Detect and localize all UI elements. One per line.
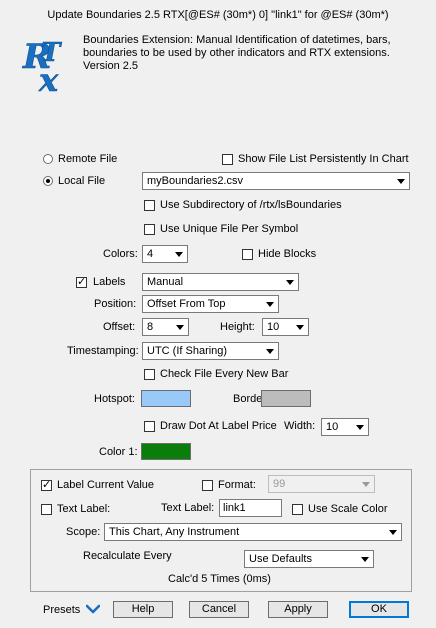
timestamping-label: Timestamping:	[67, 345, 139, 357]
colors-value: 4	[147, 248, 154, 260]
labels-mode-select[interactable]: Manual	[142, 273, 299, 291]
text-label-field-label: Text Label:	[161, 502, 215, 514]
calcd-status: Calc'd 5 Times (0ms)	[168, 573, 271, 585]
format-value: 99	[273, 478, 286, 490]
filename-select[interactable]: myBoundaries2.csv	[142, 172, 410, 190]
recalculate-select[interactable]: Use Defaults	[244, 550, 374, 568]
height-label: Height:	[220, 321, 255, 333]
hide-blocks-checkbox[interactable]	[242, 249, 253, 260]
text-label-input[interactable]: link1	[219, 499, 282, 517]
help-button[interactable]: Help	[113, 601, 173, 618]
format-select[interactable]: 99	[268, 475, 375, 493]
width-select[interactable]: 10	[321, 418, 369, 436]
show-file-list-checkbox[interactable]	[222, 154, 233, 165]
local-file-radio[interactable]	[43, 176, 53, 186]
format-checkbox[interactable]	[202, 480, 213, 491]
text-label-checkbox[interactable]	[41, 504, 52, 515]
description: Boundaries Extension: Manual Identificat…	[83, 34, 391, 72]
check-file-checkbox[interactable]	[144, 369, 155, 380]
cancel-button[interactable]: Cancel	[189, 601, 249, 618]
draw-dot-label: Draw Dot At Label Price	[160, 420, 277, 432]
offset-value: 8	[147, 321, 154, 333]
format-label: Format:	[218, 479, 256, 491]
scope-select[interactable]: This Chart, Any Instrument	[104, 523, 402, 541]
label-current-value-label: Label Current Value	[57, 479, 155, 491]
chevron-down-icon	[394, 174, 408, 188]
offset-select[interactable]: 8	[142, 318, 189, 336]
use-scale-color-label: Use Scale Color	[308, 503, 388, 515]
unique-file-label: Use Unique File Per Symbol	[160, 223, 299, 235]
use-subdirectory-label: Use Subdirectory of /rtx/lsBoundaries	[160, 199, 342, 211]
apply-button[interactable]: Apply	[268, 601, 328, 618]
hotspot-color-swatch[interactable]	[141, 390, 191, 407]
window-title: Update Boundaries 2.5 RTX[@ES# (30m*) 0]…	[47, 9, 389, 21]
labels-checkbox[interactable]	[76, 275, 87, 288]
filename-value: myBoundaries2.csv	[147, 175, 243, 187]
offset-label: Offset:	[103, 321, 136, 333]
chevron-down-icon	[359, 477, 373, 491]
unique-file-checkbox[interactable]	[144, 224, 155, 235]
svg-text:T: T	[41, 38, 62, 68]
recalculate-value: Use Defaults	[249, 553, 312, 565]
chevron-down-icon	[172, 247, 186, 261]
timestamping-value: UTC (If Sharing)	[147, 345, 228, 357]
position-label: Position:	[94, 298, 137, 310]
hotspot-label: Hotspot:	[94, 393, 135, 405]
color1-swatch[interactable]	[141, 443, 191, 460]
timestamping-select[interactable]: UTC (If Sharing)	[142, 342, 279, 360]
border-color-swatch[interactable]	[261, 390, 311, 407]
labels-label: Labels	[93, 276, 126, 288]
recalculate-label: Recalculate Every	[83, 550, 172, 562]
chevron-down-icon	[263, 344, 277, 358]
height-value: 10	[267, 321, 280, 333]
presets-label[interactable]: Presets	[43, 604, 80, 616]
colors-label: Colors:	[103, 248, 138, 260]
position-value: Offset From Top	[147, 298, 226, 310]
chevron-down-icon	[293, 320, 307, 334]
chevron-down-icon	[173, 320, 187, 334]
width-value: 10	[326, 421, 339, 433]
chevron-down-icon	[353, 420, 367, 434]
check-file-label: Check File Every New Bar	[160, 368, 289, 380]
draw-dot-checkbox[interactable]	[144, 421, 155, 432]
height-select[interactable]: 10	[262, 318, 309, 336]
hide-blocks-label: Hide Blocks	[258, 248, 317, 260]
labels-mode-value: Manual	[147, 276, 184, 288]
label-current-value-checkbox[interactable]	[41, 478, 52, 491]
scope-value: This Chart, Any Instrument	[109, 526, 240, 538]
text-label-value: link1	[223, 502, 246, 514]
local-file-label: Local File	[58, 175, 106, 187]
chevron-down-icon[interactable]	[86, 604, 100, 614]
chevron-down-icon	[358, 552, 372, 566]
use-scale-color-checkbox[interactable]	[292, 504, 303, 515]
remote-file-label: Remote File	[58, 153, 118, 165]
chevron-down-icon	[386, 525, 400, 539]
ok-button[interactable]: OK	[349, 601, 409, 618]
width-label: Width:	[284, 420, 316, 432]
scope-label: Scope:	[66, 526, 101, 538]
chevron-down-icon	[263, 297, 277, 311]
use-subdirectory-checkbox[interactable]	[144, 200, 155, 211]
text-label-check-label: Text Label:	[57, 503, 111, 515]
chevron-down-icon	[283, 275, 297, 289]
remote-file-radio[interactable]	[43, 154, 53, 164]
color1-label: Color 1:	[99, 446, 138, 458]
colors-select[interactable]: 4	[142, 245, 188, 263]
show-file-list-label: Show File List Persistently In Chart	[238, 153, 409, 165]
rtx-logo: R x T	[22, 37, 63, 93]
position-select[interactable]: Offset From Top	[142, 295, 279, 313]
